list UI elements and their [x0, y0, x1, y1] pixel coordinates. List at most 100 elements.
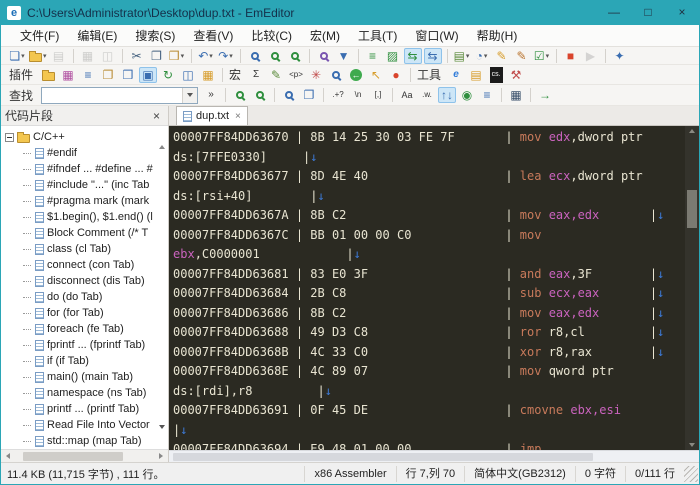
tree-item[interactable]: main() (main Tab) [1, 369, 168, 385]
tree-item[interactable]: foreach (fe Tab) [1, 321, 168, 337]
menu-item[interactable]: 文件(F) [11, 25, 68, 46]
plugin-web-preview-button[interactable]: ▦ [199, 67, 217, 83]
tree-item[interactable]: std::map (map Tab) [1, 433, 168, 449]
menu-item[interactable]: 帮助(H) [468, 25, 527, 46]
findbar-previous-button[interactable] [251, 87, 269, 103]
tree-item[interactable]: for (for Tab) [1, 305, 168, 321]
edit-config-button[interactable]: ✎ [513, 48, 531, 64]
vscroll-thumb[interactable] [687, 190, 697, 228]
tree-item[interactable]: $1.begin(), $1.end() (l [1, 209, 168, 225]
plugin-projects-button[interactable] [39, 67, 57, 83]
print-preview-button[interactable]: ◫ [99, 48, 117, 64]
menu-item[interactable]: 窗口(W) [406, 25, 467, 46]
new-file-button[interactable]: ❏ ▾ [8, 48, 26, 64]
tree-item[interactable]: disconnect (dis Tab) [1, 273, 168, 289]
status-section[interactable]: 0 字符 [574, 465, 625, 482]
match-word-button[interactable]: .w. [418, 87, 436, 103]
hscroll-thumb[interactable] [23, 452, 123, 461]
status-section[interactable]: 0/111 行 [625, 465, 684, 482]
pin-button[interactable]: ✦ [611, 48, 629, 64]
compare-rescan-button[interactable]: ⇆ [403, 47, 422, 64]
tool-hammer-button[interactable]: ⚒ [507, 67, 525, 83]
plugin-outline-button[interactable]: ≡ [79, 67, 97, 83]
find-input[interactable] [42, 87, 183, 103]
collapse-expander-icon[interactable] [5, 132, 14, 142]
close-button[interactable]: × [665, 1, 699, 25]
scroll-left-button[interactable] [1, 453, 15, 459]
find-previous-button[interactable] [286, 48, 304, 64]
regex-any-button[interactable]: .+? [329, 87, 347, 103]
tree-item[interactable]: if (if Tab) [1, 353, 168, 369]
tree-item[interactable]: Block Comment (/* T [1, 225, 168, 241]
status-section[interactable]: x86 Assembler [304, 465, 395, 482]
macro-find-button[interactable] [327, 67, 345, 83]
find-dropdown-button[interactable] [182, 87, 198, 103]
menu-item[interactable]: 编辑(E) [68, 25, 126, 46]
find-in-files-button[interactable] [315, 48, 333, 64]
copy-button[interactable]: ❐ [148, 48, 166, 64]
tree-scroll-up-button[interactable] [159, 128, 165, 149]
syntax-check-button[interactable]: ☑ ▾ [533, 48, 551, 64]
tree-item[interactable]: #ifndef ... #define ... # [1, 161, 168, 177]
filter-button[interactable]: ▼ [335, 48, 353, 64]
search-direction-button[interactable]: ↑↓ [438, 87, 457, 103]
resize-grip[interactable] [684, 465, 698, 482]
tree-item[interactable]: Read File Into Vector [1, 417, 168, 433]
editor-content[interactable]: 00007FF84DD63670 | 8B 14 25 30 03 FE 7F … [169, 126, 685, 450]
match-case-button[interactable]: Aa [398, 87, 416, 103]
findbar-next-button[interactable] [231, 87, 249, 103]
find-next-button[interactable] [266, 48, 284, 64]
editor-hscrollbar[interactable] [169, 450, 699, 462]
tree-scroll-down-button[interactable] [159, 425, 165, 447]
tool-browser-button[interactable]: e [447, 67, 465, 83]
scroll-up-button[interactable] [685, 129, 699, 133]
tree-item[interactable]: #include "..." (inc Tab [1, 177, 168, 193]
undo-button[interactable]: ↶ ▾ [197, 48, 215, 64]
jump-next-button[interactable]: → [536, 87, 554, 103]
compare-options-button[interactable]: ▨ [384, 48, 402, 64]
scroll-right-button[interactable] [154, 453, 168, 459]
print-button[interactable]: ▦ [79, 48, 97, 64]
minimize-button[interactable]: — [597, 1, 631, 25]
tree-item[interactable]: #pragma mark (mark [1, 193, 168, 209]
status-section[interactable]: 简体中文(GB2312) [464, 465, 575, 482]
tree-item[interactable]: class (cl Tab) [1, 241, 168, 257]
sync-scroll-button[interactable]: ⇆ [423, 47, 442, 64]
hscroll-track[interactable] [15, 450, 154, 462]
tab-close-button[interactable]: × [235, 111, 241, 122]
tool-external-editor-button[interactable]: ▤ [467, 67, 485, 83]
macro-back-button[interactable]: ← [347, 67, 365, 83]
regex-brackets-button[interactable]: [,] [369, 87, 387, 103]
find-in-documents-button[interactable]: ❐ [300, 87, 318, 103]
run-macro-button[interactable]: ▶ [582, 48, 600, 64]
plugin-open-documents-button[interactable]: ❒ [119, 67, 137, 83]
tree-item[interactable]: connect (con Tab) [1, 257, 168, 273]
paste-button[interactable]: ❒ ▾ [168, 48, 186, 64]
tree-item[interactable]: fprintf ... (fprintf Tab) [1, 337, 168, 353]
snippets-close-button[interactable]: × [149, 109, 164, 123]
menu-item[interactable]: 宏(M) [301, 25, 349, 46]
plugin-html-bar-button[interactable]: ▦ [59, 67, 77, 83]
word-complete-button[interactable]: ▤ ▾ [453, 48, 471, 64]
edit-snippet-button[interactable]: ✎ [493, 48, 511, 64]
findbar-dialog-button[interactable] [280, 87, 298, 103]
plugin-explorer-button[interactable]: ↻ [159, 67, 177, 83]
menu-item[interactable]: 比较(C) [242, 25, 301, 46]
macro-record-button[interactable]: ● [387, 67, 405, 83]
scroll-down-button[interactable] [685, 443, 699, 447]
record-macro-button[interactable]: ■ [562, 48, 580, 64]
tree-item[interactable]: #endif [1, 145, 168, 161]
snippets-hscrollbar[interactable] [1, 449, 168, 462]
macro-edit-button[interactable]: ✎ [267, 67, 285, 83]
tool-console-button[interactable]: cs. [487, 66, 505, 83]
editor-vscrollbar[interactable] [685, 126, 699, 450]
number-search-button[interactable]: ◉ [458, 87, 476, 103]
compare-button[interactable]: ≡ [364, 48, 382, 64]
save-button[interactable]: ▤ [50, 48, 68, 64]
recent-documents-button[interactable]: ◔ ▾ [473, 48, 491, 64]
macro-html-tag-button[interactable]: <p> [287, 67, 305, 83]
macro-tutorial-button[interactable]: ✳ [307, 67, 325, 83]
menu-item[interactable]: 搜索(S) [126, 25, 184, 46]
find-button[interactable] [246, 48, 264, 64]
tree-item[interactable]: printf ... (printf Tab) [1, 401, 168, 417]
